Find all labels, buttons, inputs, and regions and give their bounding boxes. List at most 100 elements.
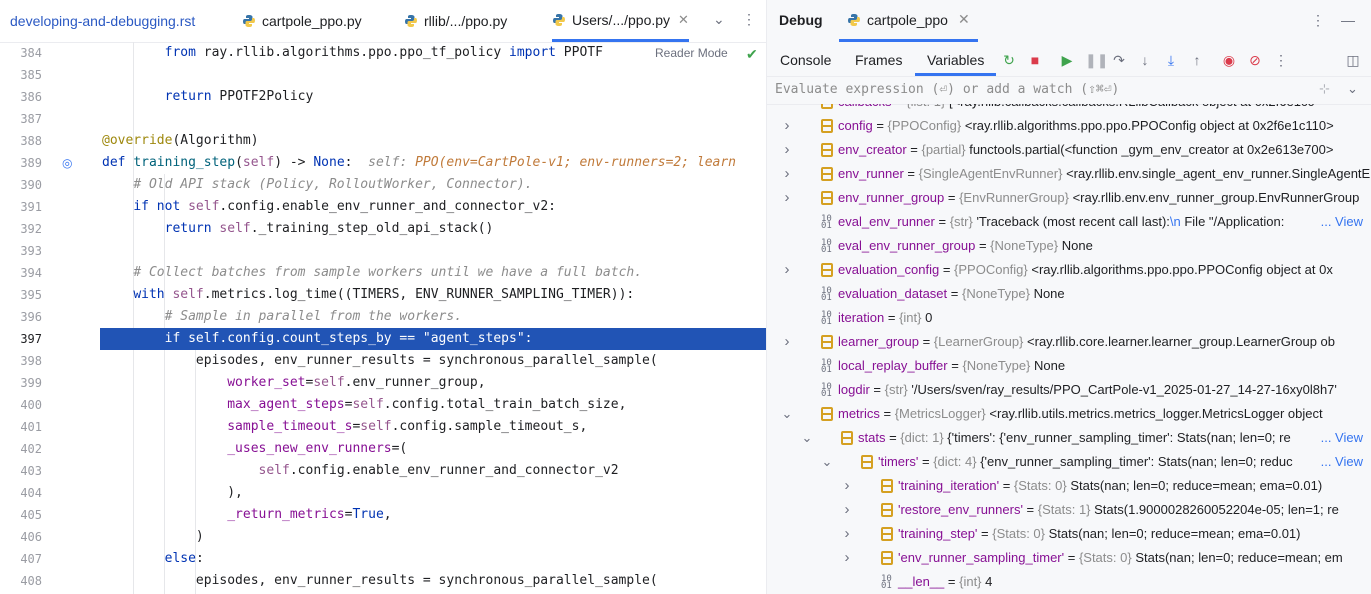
line-number[interactable]: 397	[0, 328, 42, 350]
line-number[interactable]: 391	[0, 196, 42, 218]
variable-row[interactable]: › 'restore_env_runners' = {Stats: 1} Stat…	[767, 498, 1371, 522]
chevron-right-icon[interactable]: ›	[781, 186, 793, 210]
chevron-right-icon[interactable]: ›	[841, 474, 853, 498]
variable-row[interactable]: › env_runner_group = {EnvRunnerGroup} <ra…	[767, 186, 1371, 210]
code-line[interactable]: return PPOTF2Policy	[100, 86, 766, 108]
evaluate-expression-bar[interactable]: Evaluate expression (⏎) or add a watch (…	[767, 78, 1371, 105]
variable-row[interactable]: ⌄ stats = {dict: 1} {'timers': {'env_runn…	[767, 426, 1371, 450]
mute-breakpoints-icon[interactable]: ⊘	[1247, 52, 1263, 68]
line-number[interactable]: 403	[0, 460, 42, 482]
pause-icon[interactable]: ❚❚	[1085, 52, 1108, 68]
code-line[interactable]: self.config.enable_env_runner_and_connec…	[100, 460, 766, 482]
view-link[interactable]: ... View	[1318, 450, 1363, 474]
tab-users-ppo-py[interactable]: Users/.../ppo.py ✕	[552, 0, 689, 42]
code-line[interactable]: _uses_new_env_runners=(	[100, 438, 766, 460]
add-watch-icon[interactable]: ⊹	[1319, 81, 1330, 97]
line-number[interactable]: 390	[0, 174, 42, 196]
variable-row[interactable]: › 'training_iteration' = {Stats: 0} Stats…	[767, 474, 1371, 498]
line-number[interactable]: 401	[0, 416, 42, 438]
line-number[interactable]: 402	[0, 438, 42, 460]
line-number[interactable]: 396	[0, 306, 42, 328]
line-number[interactable]: 384	[0, 42, 42, 64]
line-number[interactable]: 399	[0, 372, 42, 394]
code-line[interactable]: max_agent_steps=self.config.total_train_…	[100, 394, 766, 416]
chevron-down-icon[interactable]: ⌄	[801, 426, 813, 450]
reader-mode-button[interactable]: Reader Mode	[655, 46, 728, 60]
tab-variables[interactable]: Variables	[915, 44, 997, 76]
view-link[interactable]: ... View	[1318, 426, 1363, 450]
more-vertical-icon[interactable]: ⋮	[1273, 52, 1289, 68]
chevron-right-icon[interactable]: ›	[781, 138, 793, 162]
chevron-down-icon[interactable]: ⌄	[781, 402, 793, 426]
code-editor[interactable]: developing-and-debugging.rst cartpole_pp…	[0, 0, 766, 594]
code-area[interactable]: from ray.rllib.algorithms.ppo.ppo_tf_pol…	[100, 42, 766, 594]
tab-console[interactable]: Console	[780, 44, 831, 76]
code-line[interactable]: if not self.config.enable_env_runner_and…	[100, 196, 766, 218]
step-over-icon[interactable]: ↷	[1111, 52, 1127, 68]
chevron-right-icon[interactable]: ›	[841, 546, 853, 570]
line-number[interactable]: 389	[0, 152, 42, 174]
step-out-icon[interactable]: ↑	[1189, 52, 1205, 68]
line-number[interactable]: 387	[0, 108, 42, 130]
line-number[interactable]: 388	[0, 130, 42, 152]
variable-row[interactable]: › env_runner = {SingleAgentEnvRunner} <ra…	[767, 162, 1371, 186]
line-number[interactable]: 385	[0, 64, 42, 86]
code-line[interactable]: _return_metrics=True,	[100, 504, 766, 526]
chevron-right-icon[interactable]: ›	[781, 258, 793, 282]
variable-row[interactable]: 10 01 logdir = {str} '/Users/sven/ray_resu…	[767, 378, 1371, 402]
variable-row[interactable]: 10 01 local_replay_buffer = {NoneType} Non…	[767, 354, 1371, 378]
line-number[interactable]: 398	[0, 350, 42, 372]
resume-icon[interactable]: ▶	[1059, 52, 1075, 68]
view-link[interactable]: ... View	[1318, 210, 1363, 234]
chevron-right-icon[interactable]: ›	[781, 162, 793, 186]
chevron-down-icon[interactable]: ⌄	[713, 11, 725, 28]
variable-row[interactable]: › learner_group = {LearnerGroup} <ray.rll…	[767, 330, 1371, 354]
close-session-icon[interactable]: ✕	[958, 11, 970, 28]
variable-row[interactable]: callbacks = {list: 1} [<ray.rllib.callba…	[767, 104, 1371, 114]
code-line[interactable]: worker_set=self.env_runner_group,	[100, 372, 766, 394]
variable-row[interactable]: › env_creator = {partial} functools.parti…	[767, 138, 1371, 162]
code-line[interactable]: # Old API stack (Policy, RolloutWorker, …	[100, 174, 766, 196]
line-number[interactable]: 405	[0, 504, 42, 526]
code-line[interactable]	[100, 64, 766, 86]
chevron-right-icon[interactable]: ›	[781, 114, 793, 138]
code-line[interactable]: return self._training_step_old_api_stack…	[100, 218, 766, 240]
override-marker-icon[interactable]: ◎	[62, 156, 72, 170]
code-line[interactable]	[100, 240, 766, 262]
chevron-right-icon[interactable]: ›	[841, 498, 853, 522]
layout-icon[interactable]: ◫	[1345, 52, 1361, 68]
line-number[interactable]: 400	[0, 394, 42, 416]
code-line[interactable]	[100, 108, 766, 130]
more-vertical-icon[interactable]: ⋮	[1311, 12, 1325, 29]
code-line[interactable]: ),	[100, 482, 766, 504]
variable-row[interactable]: 10 01 eval_env_runner_group = {NoneType} N…	[767, 234, 1371, 258]
chevron-down-icon[interactable]: ⌄	[1347, 81, 1358, 97]
evaluate-expression-input[interactable]: Evaluate expression (⏎) or add a watch (…	[775, 82, 1119, 97]
variable-row[interactable]: 10 01 evaluation_dataset = {NoneType} None	[767, 282, 1371, 306]
line-number[interactable]: 407	[0, 548, 42, 570]
variable-row[interactable]: 10 01 eval_env_runner = {str} 'Traceback (…	[767, 210, 1371, 234]
variable-row[interactable]: 10 01 __len__ = {int} 4	[767, 570, 1371, 594]
variable-row[interactable]: › evaluation_config = {PPOConfig} <ray.rl…	[767, 258, 1371, 282]
inspection-ok-icon[interactable]: ✔	[746, 46, 758, 63]
variable-row[interactable]: › config = {PPOConfig} <ray.rllib.algorit…	[767, 114, 1371, 138]
tab-developing-and-debugging-rst[interactable]: developing-and-debugging.rst	[10, 0, 195, 42]
line-number[interactable]: 392	[0, 218, 42, 240]
tab-frames[interactable]: Frames	[855, 44, 902, 76]
view-breakpoints-icon[interactable]: ◉	[1221, 52, 1237, 68]
variable-row[interactable]: › 'training_step' = {Stats: 0} Stats(nan;…	[767, 522, 1371, 546]
rerun-icon[interactable]: ↻	[1001, 52, 1017, 68]
variables-tree[interactable]: callbacks = {list: 1} [<ray.rllib.callba…	[767, 104, 1371, 594]
code-line[interactable]: else:	[100, 548, 766, 570]
debug-session-tab[interactable]: cartpole_ppo ✕	[839, 0, 978, 42]
code-line[interactable]: @override(Algorithm)	[100, 130, 766, 152]
code-line[interactable]: episodes, env_runner_results = synchrono…	[100, 350, 766, 372]
line-number[interactable]: 404	[0, 482, 42, 504]
more-vertical-icon[interactable]: ⋮	[742, 11, 756, 28]
variable-row[interactable]: 10 01 iteration = {int} 0	[767, 306, 1371, 330]
close-tab-icon[interactable]: ✕	[678, 12, 689, 28]
code-line[interactable]: # Sample in parallel from the workers.	[100, 306, 766, 328]
code-line[interactable]: def training_step(self) -> None: self: P…	[100, 152, 766, 174]
current-execution-line[interactable]: if self.config.count_steps_by == "agent_…	[100, 328, 766, 350]
line-number[interactable]: 395	[0, 284, 42, 306]
